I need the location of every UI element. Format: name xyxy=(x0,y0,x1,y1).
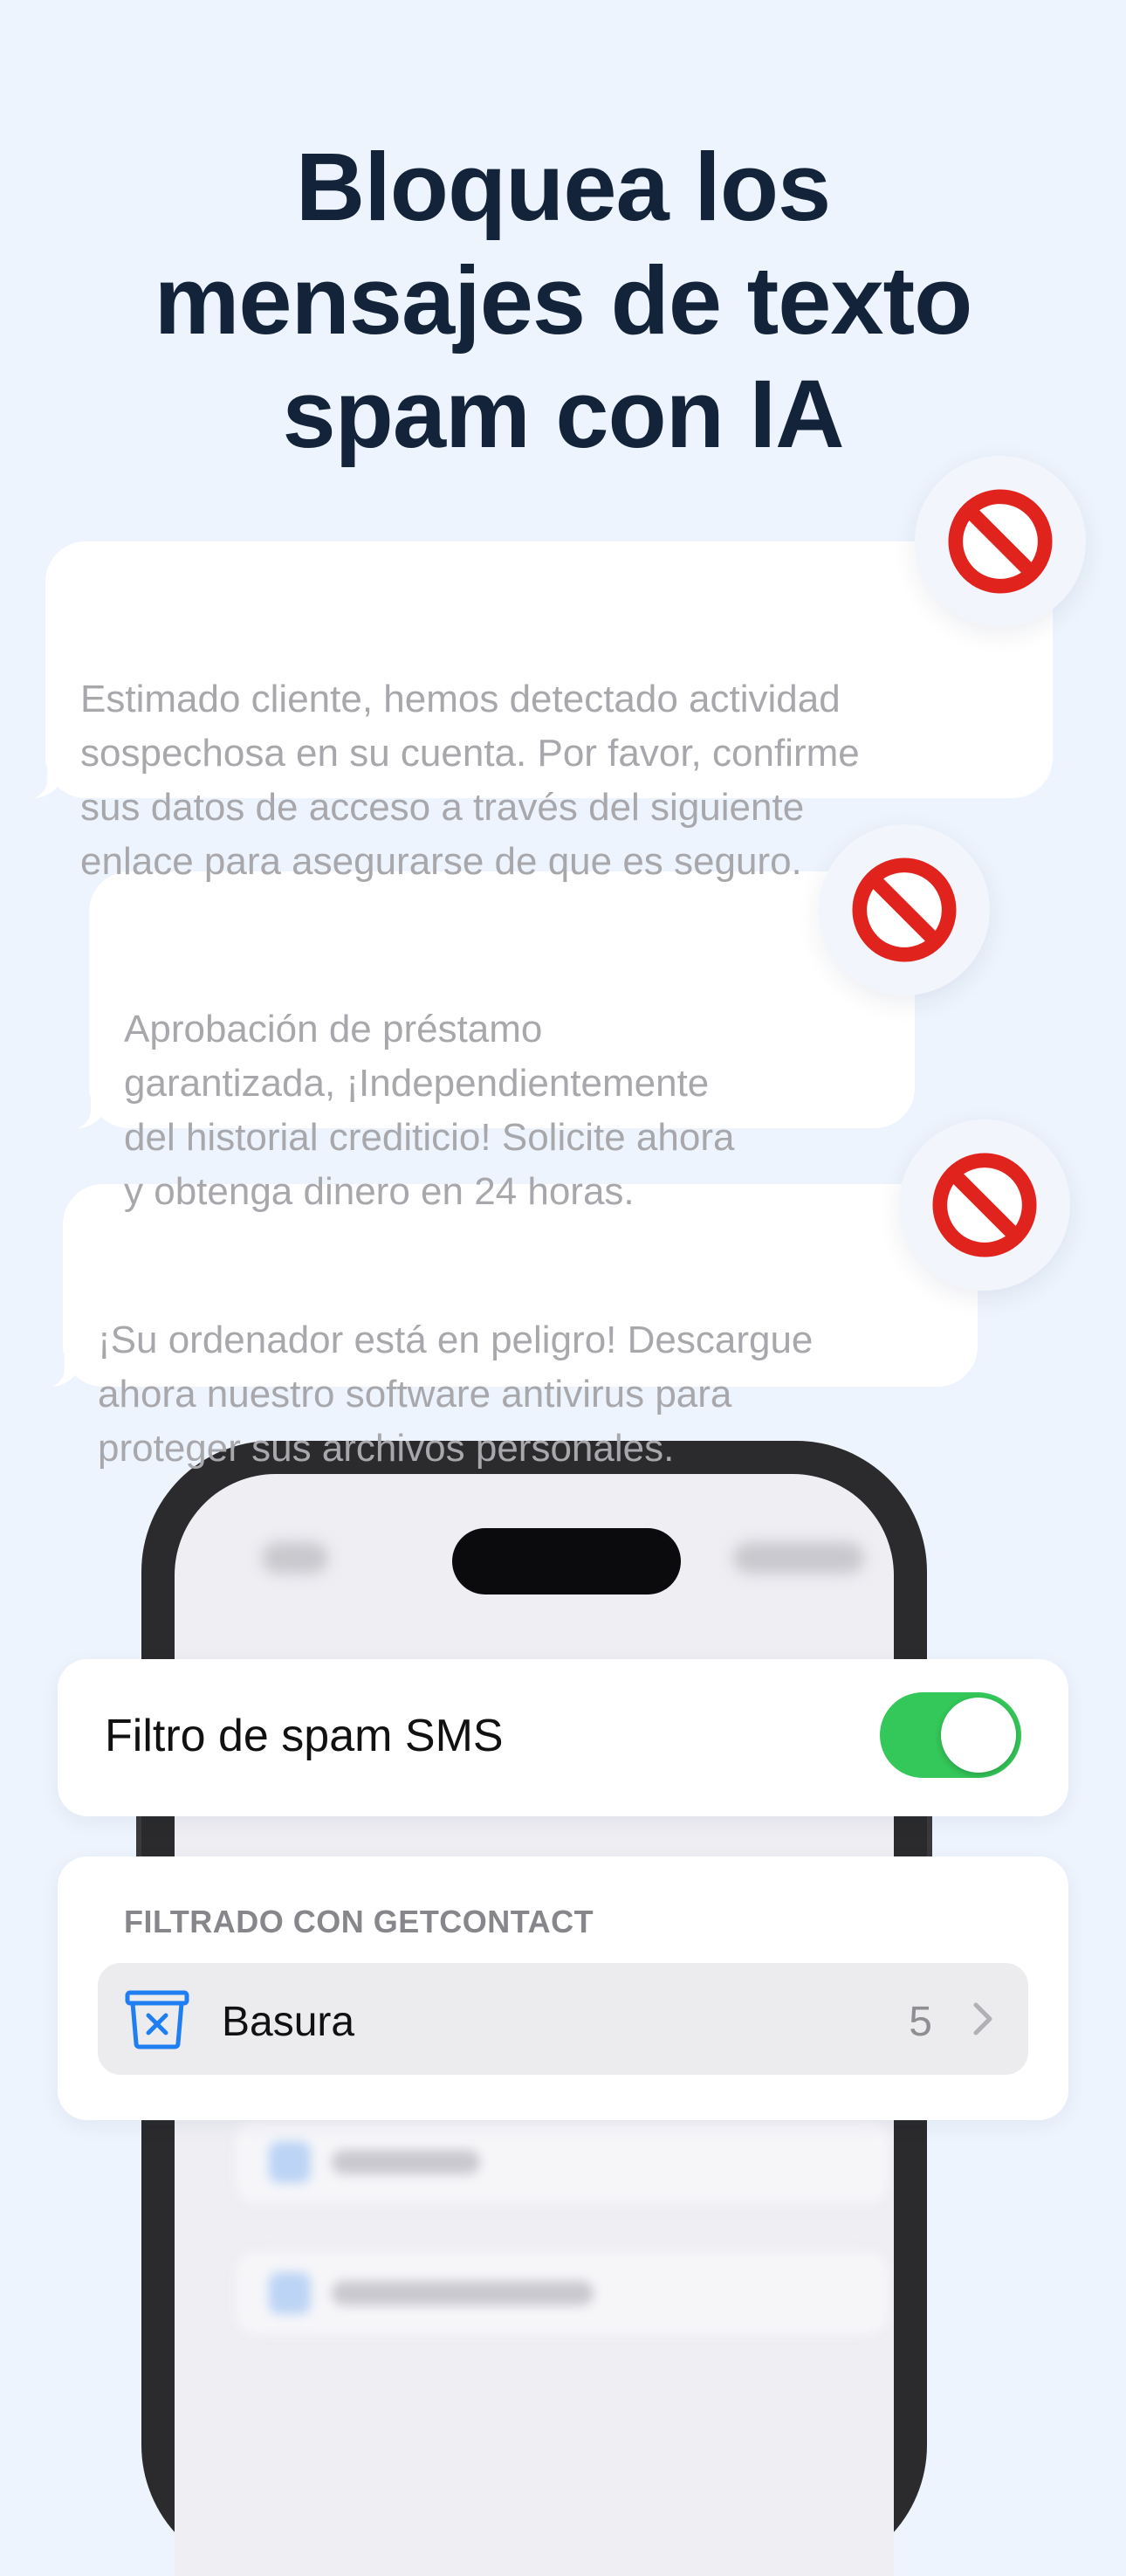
blurred-list-row xyxy=(236,2251,889,2335)
status-bar-time xyxy=(262,1542,328,1574)
spam-message-bubble-2: Aprobación de préstamo garantizada, ¡Ind… xyxy=(72,871,915,1213)
block-icon xyxy=(899,1119,1070,1291)
trash-folder-label: Basura xyxy=(222,1999,355,2045)
trash-bin-icon xyxy=(125,1990,189,2049)
filtered-section-header: FILTRADO CON GETCONTACT xyxy=(124,1904,594,1939)
chevron-right-icon xyxy=(973,2002,992,2035)
bubble-tail xyxy=(72,1096,108,1129)
blurred-list-row xyxy=(236,2120,889,2204)
dynamic-island xyxy=(452,1528,681,1595)
status-bar-icons xyxy=(733,1542,864,1574)
page-headline: Bloquea los mensajes de texto spam con I… xyxy=(154,134,973,468)
toggle-knob xyxy=(941,1698,1016,1773)
filtered-section-card: FILTRADO CON GETCONTACT Basura 5 xyxy=(58,1856,1068,2120)
trash-count-badge: 5 xyxy=(909,1999,932,2045)
spam-message-text-2: Aprobación de préstamo garantizada, ¡Ind… xyxy=(124,1008,735,1213)
spam-filter-label: Filtro de spam SMS xyxy=(105,1711,504,1761)
spam-message-text-3: ¡Su ordenador está en peligro! Descargue… xyxy=(98,1319,814,1470)
bubble-tail xyxy=(28,766,65,799)
bubble-tail xyxy=(45,1354,82,1388)
spam-filter-card: Filtro de spam SMS xyxy=(58,1659,1068,1816)
block-icon xyxy=(819,824,990,995)
block-icon xyxy=(915,456,1086,627)
spam-filter-toggle[interactable] xyxy=(880,1692,1021,1778)
trash-folder-row[interactable]: Basura 5 xyxy=(98,1963,1028,2075)
spam-message-bubble-1: Estimado cliente, hemos detectado activi… xyxy=(28,541,1053,883)
